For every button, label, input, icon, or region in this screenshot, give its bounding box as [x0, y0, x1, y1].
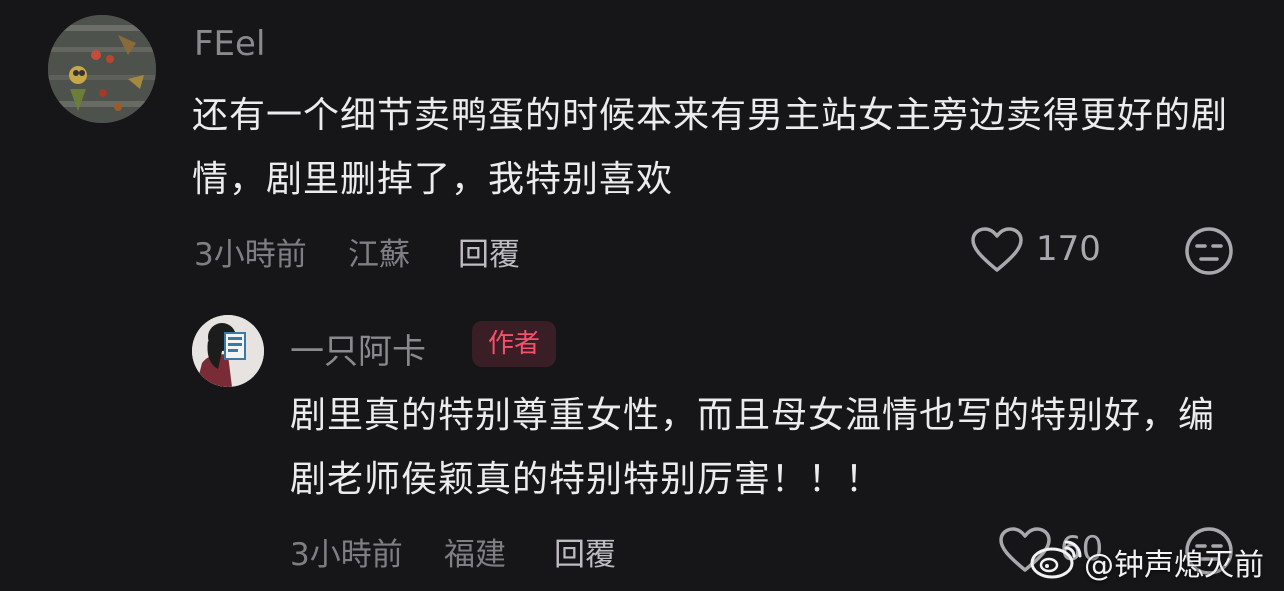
heart-icon: [971, 227, 1023, 272]
avatar[interactable]: [48, 15, 156, 123]
comment-location: 江蘇: [348, 237, 410, 273]
reply-button[interactable]: 回覆: [554, 529, 616, 574]
weibo-logo-icon: [1028, 536, 1084, 580]
watermark-text: @钟声熄灭前: [1084, 548, 1264, 583]
reply-location: 福建: [444, 537, 506, 573]
like-button[interactable]: [970, 226, 1024, 274]
like-count: 170: [1036, 229, 1101, 269]
sleepy-face-icon: [1185, 227, 1233, 275]
comment-username[interactable]: FEel: [194, 24, 265, 64]
avatar-image: [192, 315, 264, 387]
reply-avatar[interactable]: [192, 315, 264, 387]
reply-time: 3小時前: [290, 537, 403, 573]
reply-text: 剧里真的特别尊重女性，而且母女温情也写的特别好，编剧老师侯颖真的特别特别厉害！！…: [290, 395, 1216, 500]
avatar-image: [48, 15, 156, 123]
reply-button[interactable]: 回覆: [458, 229, 520, 274]
comment-time: 3小時前: [194, 237, 307, 273]
author-badge: 作者: [472, 321, 557, 367]
comment-text: 还有一个细节卖鸭蛋的时候本来有男主站女主旁边卖得更好的剧情，剧里删掉了，我特别喜…: [192, 95, 1229, 200]
dislike-button[interactable]: [1184, 226, 1234, 276]
reply-username[interactable]: 一只阿卡: [290, 324, 426, 373]
